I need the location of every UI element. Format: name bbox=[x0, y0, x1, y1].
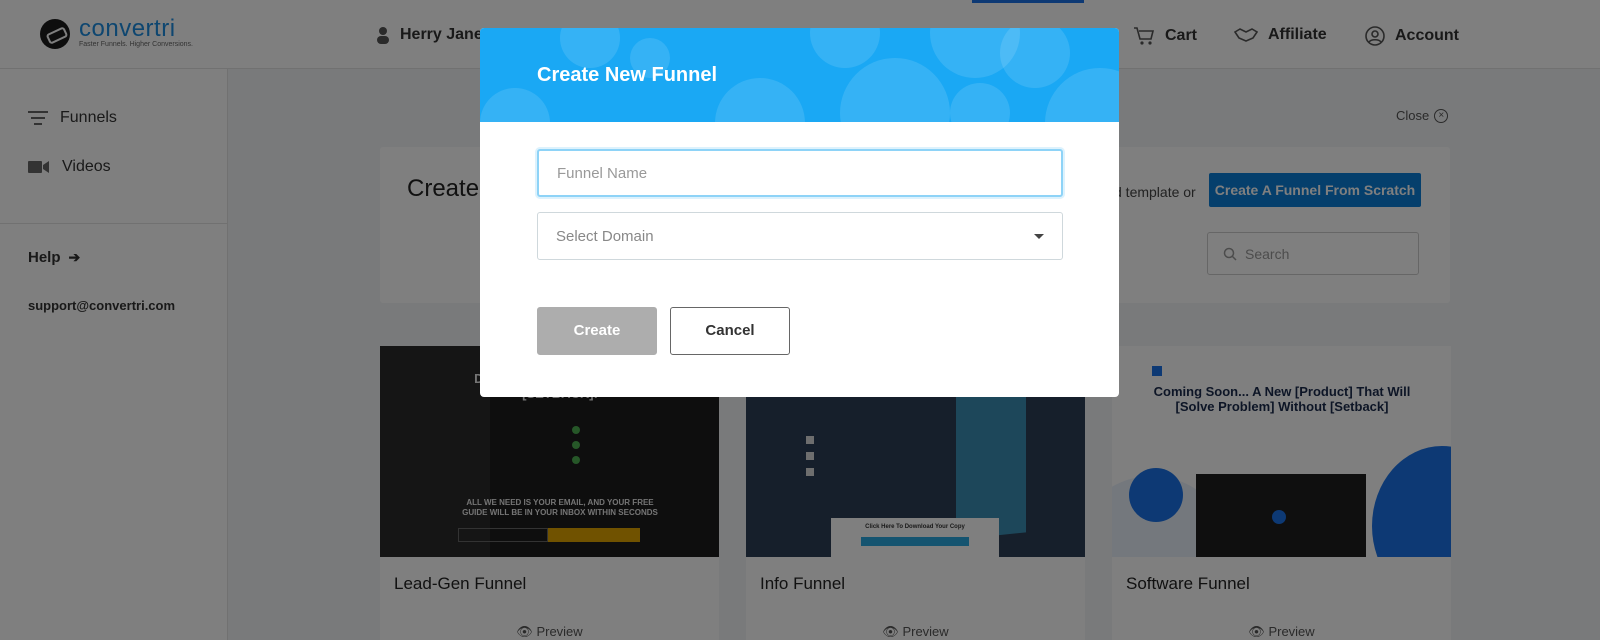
cancel-button[interactable]: Cancel bbox=[670, 307, 790, 355]
decorative-bubble bbox=[840, 58, 950, 122]
decorative-bubble bbox=[810, 28, 880, 68]
select-domain-dropdown[interactable]: Select Domain bbox=[537, 212, 1063, 260]
decorative-bubble bbox=[560, 28, 620, 68]
create-button[interactable]: Create bbox=[537, 307, 657, 355]
funnel-name-input[interactable] bbox=[537, 149, 1063, 197]
select-domain-placeholder: Select Domain bbox=[556, 227, 654, 245]
chevron-down-icon bbox=[1034, 234, 1044, 239]
decorative-bubble bbox=[1000, 28, 1070, 88]
modal-title: Create New Funnel bbox=[537, 64, 718, 86]
modal-header: Create New Funnel bbox=[480, 28, 1119, 122]
create-funnel-modal: Create New Funnel Select Domain Create C… bbox=[480, 28, 1119, 397]
decorative-bubble bbox=[480, 88, 550, 122]
decorative-bubble bbox=[715, 78, 805, 122]
decorative-bubble bbox=[950, 83, 1010, 122]
